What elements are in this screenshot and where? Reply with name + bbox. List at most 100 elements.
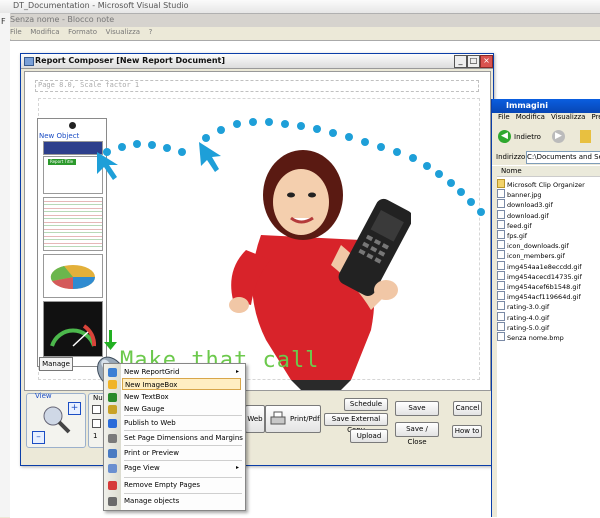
context-menu-item[interactable]: Page View ▸	[124, 462, 243, 474]
context-menu-item[interactable]: New ReportGrid ▸	[124, 366, 243, 378]
file-list-item[interactable]: rating-3.0.gif	[497, 301, 549, 311]
address-input[interactable]: C:\Documents and Settings	[526, 151, 600, 164]
printer-icon	[270, 411, 286, 425]
menu-separator	[124, 493, 242, 494]
file-list-item[interactable]: icon_members.gif	[497, 250, 565, 260]
maximize-button[interactable]: □	[467, 55, 480, 68]
up-folder-icon[interactable]	[580, 130, 591, 143]
file-list-item[interactable]: download3.gif	[497, 199, 553, 209]
file-list-item[interactable]: rating-5.0.gif	[497, 321, 550, 332]
forward-arrow-icon[interactable]: ▶	[552, 130, 565, 143]
file-name: download3.gif	[507, 201, 553, 210]
drag-path-dots	[97, 118, 485, 216]
column-header-name[interactable]: Nome	[497, 166, 600, 177]
context-menu-item[interactable]: Remove Empty Pages	[124, 479, 243, 491]
context-menu-item[interactable]: New TextBox	[124, 391, 243, 403]
num-checkbox-1[interactable]	[92, 405, 101, 414]
menu-item-icon	[108, 379, 117, 389]
file-list-item[interactable]: img454acecd14735.gif	[497, 270, 582, 281]
notepad-menu-edit[interactable]: Modifica	[30, 28, 59, 36]
file-name: icon_downloads.gif	[507, 242, 569, 251]
notepad-menu-view[interactable]: Visualizza	[106, 28, 140, 36]
publish-web-button[interactable]: Web	[245, 405, 265, 433]
file-name: fps.gif	[507, 232, 528, 240]
explorer-menu-favorites[interactable]: Preferiti	[591, 113, 600, 121]
file-name: download.gif	[507, 211, 549, 220]
file-list-item[interactable]: Microsoft Clip Organizer	[497, 179, 585, 189]
explorer-title: Immagini	[492, 99, 600, 113]
file-list-item[interactable]: rating-4.0.gif	[497, 311, 550, 322]
file-list-item[interactable]: feed.gif	[497, 219, 532, 230]
context-menu-item[interactable]: New ImageBox	[122, 378, 241, 390]
back-label[interactable]: Indietro	[514, 133, 541, 141]
save-close-button[interactable]: Save / Close	[395, 422, 439, 446]
view-group: View + –	[26, 392, 86, 448]
cancel-button[interactable]: Cancel	[453, 401, 482, 416]
notepad-menu-help[interactable]: ?	[149, 28, 153, 36]
explorer-menu-edit[interactable]: Modifica	[516, 113, 545, 121]
schedule-button[interactable]: Schedule	[344, 398, 388, 411]
file-name: img454acf119664d.gif	[507, 293, 581, 302]
file-list-item[interactable]: banner.jpg	[497, 189, 542, 199]
file-list-item[interactable]: img454aa1e8eccdd.gif	[497, 260, 582, 271]
num-checkbox-2[interactable]	[92, 419, 101, 428]
context-menu-item[interactable]: Set Page Dimensions and Margins	[124, 432, 243, 444]
address-label: Indirizzo	[496, 153, 526, 161]
file-icon	[497, 230, 505, 239]
file-icon	[497, 250, 505, 260]
file-list-item[interactable]: Senza nome.bmp	[497, 332, 564, 342]
composer-app-icon	[24, 57, 34, 66]
context-menu-item-label: New Gauge	[124, 405, 165, 413]
close-button[interactable]: ×	[480, 55, 493, 68]
menu-item-icon	[108, 418, 117, 428]
save-external-copy-button[interactable]: Save External Copy	[324, 413, 388, 434]
menu-item-icon	[108, 367, 117, 377]
how-to-button[interactable]: How to	[452, 425, 482, 438]
upload-button[interactable]: Upload	[350, 429, 388, 443]
notepad-menu-format[interactable]: Formato	[68, 28, 97, 36]
file-name: icon_members.gif	[507, 252, 565, 261]
report-canvas[interactable]: Page 8.0, Scale factor 1 New Object Repo…	[24, 71, 491, 391]
menu-item-icon	[108, 463, 117, 473]
print-pdf-label: Print/Pdf	[290, 415, 320, 423]
back-arrow-icon[interactable]: ◀	[498, 130, 511, 143]
notepad-menu-file[interactable]: File	[10, 28, 22, 36]
minimize-button[interactable]: _	[454, 55, 467, 68]
context-menu-item[interactable]: New Gauge	[124, 403, 243, 415]
file-list-item[interactable]: icon_downloads.gif	[497, 240, 569, 250]
schedule-label: Schedule	[349, 400, 383, 408]
notepad-title: Senza nome - Blocco note	[10, 15, 115, 24]
file-list-item[interactable]: img454acf119664d.gif	[497, 291, 581, 301]
file-icon	[497, 240, 505, 250]
file-icon	[497, 332, 505, 341]
file-icon	[497, 219, 505, 229]
explorer-menu-file[interactable]: File	[498, 113, 510, 121]
file-name: img454acef6b1548.gif	[507, 283, 581, 291]
menu-separator	[124, 445, 242, 446]
submenu-arrow-icon: ▸	[235, 464, 239, 471]
print-pdf-button[interactable]: Print/Pdf	[265, 405, 321, 433]
context-menu-item[interactable]: Manage objects	[124, 495, 243, 507]
notepad-title-bar: Senza nome - Blocco note	[10, 14, 600, 27]
file-name: rating-5.0.gif	[507, 323, 550, 332]
notepad-menu: File Modifica Formato Visualizza ?	[10, 27, 600, 39]
context-menu-item-label: New ReportGrid	[124, 368, 180, 376]
save-button[interactable]: Save	[395, 401, 439, 416]
address-bar: Indirizzo C:\Documents and Settings	[492, 149, 600, 165]
explorer-menu-view[interactable]: Visualizza	[551, 113, 585, 121]
context-menu-item[interactable]: Print or Preview	[124, 447, 243, 459]
file-name: rating-4.0.gif	[507, 313, 550, 322]
menu-item-icon	[108, 448, 117, 458]
file-list-item[interactable]: download.gif	[497, 209, 549, 220]
context-menu-item[interactable]: Publish to Web	[124, 417, 243, 429]
file-list-item[interactable]: fps.gif	[497, 230, 527, 240]
cancel-label: Cancel	[455, 404, 480, 412]
context-menu-item-label: Manage objects	[124, 497, 180, 505]
file-name: Microsoft Clip Organizer	[507, 181, 585, 189]
file-list-item[interactable]: img454acef6b1548.gif	[497, 281, 581, 291]
explorer-toolbar: ◀ Indietro ▶	[492, 125, 600, 150]
menu-separator	[124, 430, 242, 431]
menu-separator	[124, 415, 242, 416]
publish-web-label: Web	[247, 415, 263, 423]
folder-icon	[497, 179, 505, 188]
